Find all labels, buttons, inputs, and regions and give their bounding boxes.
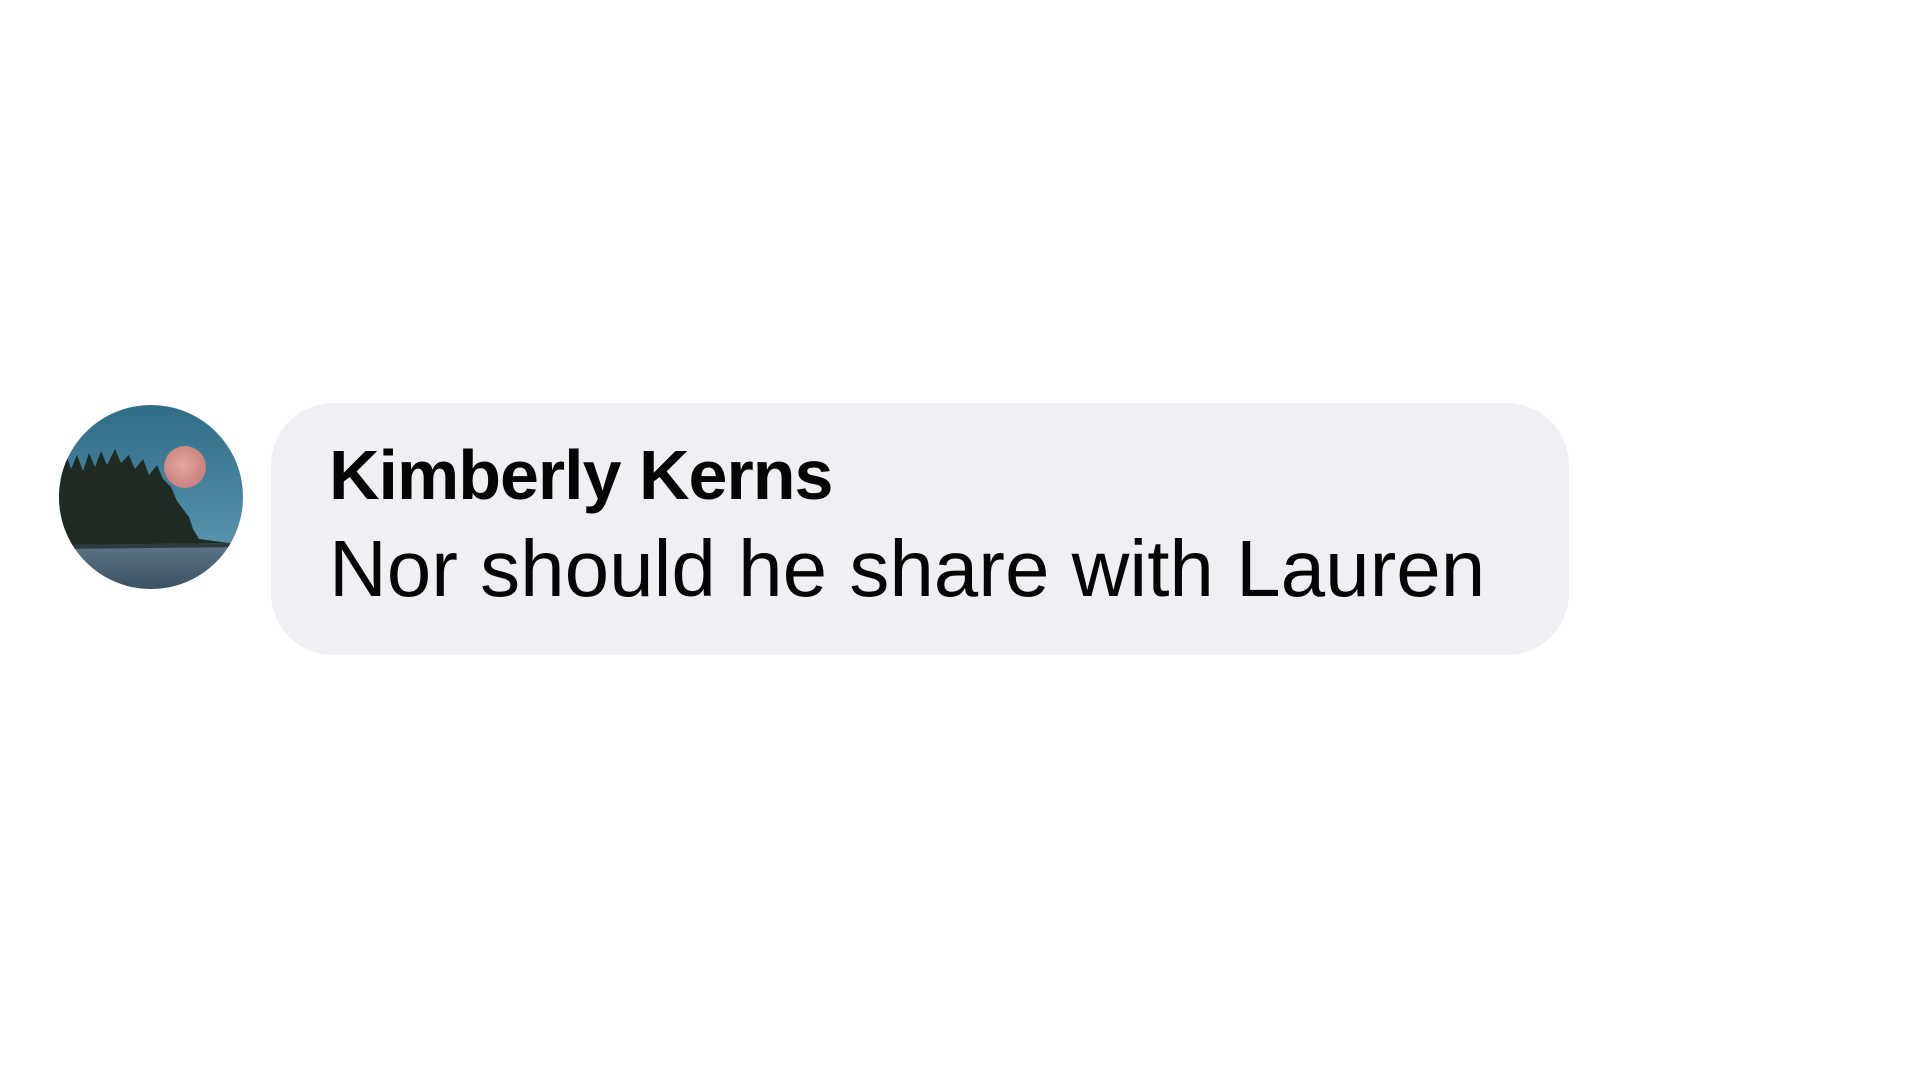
moon-over-island-avatar-icon — [59, 405, 243, 589]
comment-text: Nor should he share with Lauren — [329, 524, 1486, 613]
comment-screen: Kimberly Kerns Nor should he share with … — [0, 0, 1920, 1080]
comment-bubble: Kimberly Kerns Nor should he share with … — [271, 403, 1569, 655]
avatar[interactable] — [59, 405, 243, 589]
comment: Kimberly Kerns Nor should he share with … — [59, 403, 1569, 655]
comment-author[interactable]: Kimberly Kerns — [329, 433, 1511, 517]
